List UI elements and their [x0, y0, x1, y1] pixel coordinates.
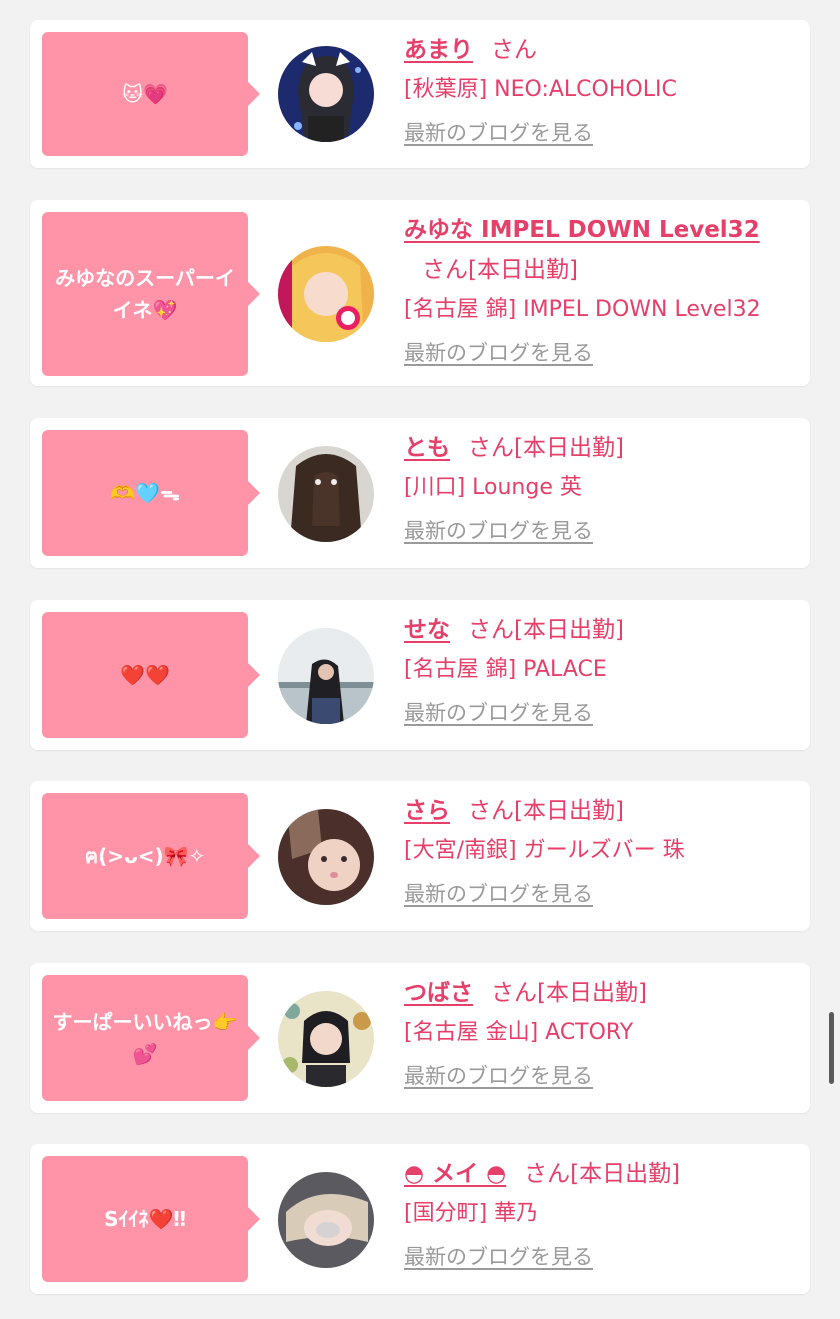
status-badge: [本日出勤] — [537, 980, 647, 1006]
message-bubble: 🐱💗 — [42, 32, 260, 156]
status-badge: [本日出勤] — [570, 1161, 681, 1187]
avatar[interactable] — [278, 809, 374, 905]
scrollbar-thumb[interactable] — [829, 1012, 834, 1084]
list-item: 🫶🩵ᯓ とも さん[本日出勤] [川口] Lounge 英 最新のブログを見る — [30, 418, 810, 568]
list-item: ฅ(>ᴗ<)🎀✧ さら さん[本日出勤] [大宮/南銀] ガールズバー 珠 最新の… — [30, 781, 810, 931]
latest-blog-link[interactable]: 最新のブログを見る — [404, 110, 593, 156]
status-badge: [本日出勤] — [514, 435, 624, 461]
list-item: みゆなのスーパーイイネ💖 みゆな IMPEL DOWN Level32 さん[本日… — [30, 200, 810, 386]
list-item: すーぱーいいねっ👉💕 つばさ さん[本日出勤] [名古屋 金山] ACTORY 最… — [30, 963, 810, 1113]
message-bubble: Sｲｲﾈ❤️‼ — [42, 1156, 260, 1282]
avatar[interactable] — [278, 246, 374, 342]
honorific: さん — [491, 37, 537, 63]
shop-name: [川口] Lounge 英 — [404, 475, 582, 500]
list-item: 🐱💗 あまり さん [秋葉原] NEO:ALCOHOLIC 最新のブログを見る — [30, 20, 810, 168]
list-item: ❤️❤️ せな さん[本日出勤] [名古屋 錦] PALACE 最新のブログを見る — [30, 600, 810, 750]
avatar[interactable] — [278, 628, 374, 724]
cast-name-link[interactable]: あまり — [404, 37, 473, 63]
avatar[interactable] — [278, 991, 374, 1087]
latest-blog-link[interactable]: 最新のブログを見る — [404, 1234, 593, 1280]
avatar[interactable] — [278, 446, 374, 542]
message-bubble: みゆなのスーパーイイネ💖 — [42, 212, 260, 376]
shop-name: [秋葉原] NEO:ALCOHOLIC — [404, 77, 677, 102]
status-badge: [本日出勤] — [514, 617, 624, 643]
honorific: さん — [468, 617, 514, 643]
latest-blog-link[interactable]: 最新のブログを見る — [404, 690, 593, 736]
avatar[interactable] — [278, 1172, 374, 1268]
status-badge: [本日出勤] — [514, 798, 624, 824]
latest-blog-link[interactable]: 最新のブログを見る — [404, 1053, 593, 1099]
shop-name: [大宮/南銀] ガールズバー 珠 — [404, 838, 685, 863]
honorific: さん — [468, 798, 514, 824]
shop-name: [名古屋 錦] IMPEL DOWN Level32 — [404, 297, 761, 322]
cast-name-link[interactable]: せな — [404, 617, 450, 643]
latest-blog-link[interactable]: 最新のブログを見る — [404, 330, 593, 376]
message-bubble: ❤️❤️ — [42, 612, 260, 738]
cast-name-link[interactable]: さら — [404, 798, 450, 824]
message-bubble: ฅ(>ᴗ<)🎀✧ — [42, 793, 260, 919]
cast-name-link[interactable]: つばさ — [404, 980, 473, 1006]
honorific: さん — [524, 1161, 571, 1187]
latest-blog-link[interactable]: 最新のブログを見る — [404, 508, 593, 554]
honorific: さん — [422, 257, 468, 283]
status-badge: [本日出勤] — [468, 257, 578, 283]
cast-name-link[interactable]: とも — [404, 435, 450, 461]
shop-name: [国分町] 華乃 — [404, 1201, 539, 1226]
shop-name: [名古屋 金山] ACTORY — [404, 1020, 634, 1045]
honorific: さん — [468, 435, 514, 461]
list-item: Sｲｲﾈ❤️‼ ◓ メイ ◓ さん[本日出勤] [国分町] 華乃 最新のブログを見… — [30, 1144, 810, 1294]
cast-name-link[interactable]: みゆな IMPEL DOWN Level32 — [404, 217, 760, 243]
latest-blog-link[interactable]: 最新のブログを見る — [404, 871, 593, 917]
message-bubble: 🫶🩵ᯓ — [42, 430, 260, 556]
cast-name-link[interactable]: ◓ メイ ◓ — [404, 1161, 506, 1187]
avatar[interactable] — [278, 46, 374, 142]
message-bubble: すーぱーいいねっ👉💕 — [42, 975, 260, 1101]
honorific: さん — [491, 980, 537, 1006]
shop-name: [名古屋 錦] PALACE — [404, 657, 607, 682]
